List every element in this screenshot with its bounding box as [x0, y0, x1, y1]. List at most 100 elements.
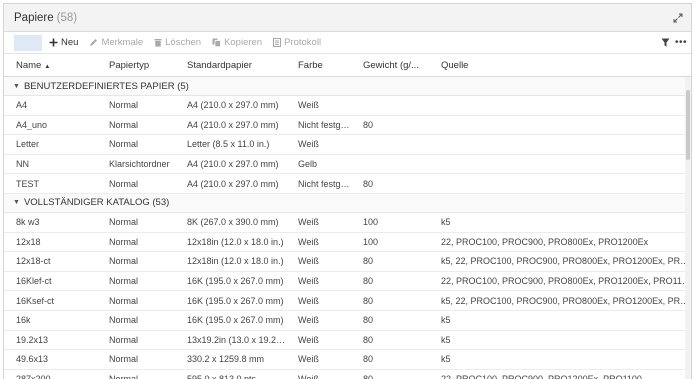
cell-standard-paper: 12x18in (12.0 x 18.0 in.): [187, 236, 284, 247]
cell-standard-paper: 12x18in (12.0 x 18.0 in.): [187, 256, 284, 267]
collapse-caret-icon[interactable]: ▼: [13, 83, 20, 90]
column-header-source[interactable]: Quelle: [429, 60, 691, 71]
cell-weight: 80: [363, 315, 374, 326]
cell-name: A4: [16, 100, 28, 111]
table-row[interactable]: NN Klarsichtordner A4 (210.0 x 297.0 mm) Ge…: [4, 155, 691, 175]
cell-color: Weiß: [298, 236, 319, 247]
log-button[interactable]: Protokoll: [273, 37, 321, 48]
table-row[interactable]: A4 Normal A4 (210.0 x 297.0 mm) Weiß: [4, 96, 691, 116]
cell-name: 12x18-ct: [16, 256, 51, 267]
copy-icon: [212, 38, 221, 47]
more-options-icon[interactable]: •••: [675, 37, 687, 48]
cell-color: Weiß: [286, 374, 351, 379]
new-button-label: Neu: [61, 37, 79, 48]
group-label: BENUTZERDEFINIERTES PAPIER (5): [23, 80, 189, 92]
table-row[interactable]: 287x200Normal595.0 x 813.0 ptsWeiß8022, …: [4, 370, 691, 379]
cell-source: k5: [441, 315, 451, 326]
cell-standard-paper: 16K (195.0 x 267.0 mm): [187, 315, 284, 326]
column-header-name[interactable]: Name ▲: [4, 60, 97, 71]
table-header: Name ▲ Papiertyp Standardpapier Farbe Gew…: [4, 54, 691, 77]
properties-button[interactable]: Merkmale: [89, 37, 143, 48]
sort-ascending-icon: ▲: [44, 63, 51, 70]
copy-button[interactable]: Kopieren: [212, 37, 262, 48]
cell-paper-type: Normal: [109, 139, 139, 150]
cell-name: 19.2x13: [16, 334, 49, 345]
cell-weight: 80: [363, 178, 374, 189]
cell-weight: 100: [363, 236, 379, 247]
cell-paper-type: Normal: [109, 315, 139, 326]
cell-source: k5: [441, 217, 451, 228]
new-button[interactable]: Neu: [49, 37, 78, 48]
table-row[interactable]: TEST Normal A4 (210.0 x 297.0 mm) Nicht fes…: [4, 174, 691, 194]
cell-weight: 80: [363, 256, 374, 267]
expand-icon[interactable]: [673, 13, 683, 23]
table-row[interactable]: 16Ksef-ct Normal 16K (195.0 x 267.0 mm) Wei…: [4, 291, 691, 311]
cell-paper-type: Normal: [109, 217, 139, 228]
cell-weight: 80: [363, 334, 374, 345]
collapse-caret-icon[interactable]: ▼: [13, 199, 20, 206]
delete-button[interactable]: Löschen: [154, 37, 201, 48]
scrollbar-thumb[interactable]: [686, 90, 690, 160]
cell-weight: 80: [363, 119, 374, 130]
column-header-standard-paper[interactable]: Standardpapier: [175, 60, 286, 71]
cell-source: 22, PROC100, PROC900, PRO800Ex, PRO1200E…: [441, 236, 649, 247]
cell-name: 12x18: [16, 236, 41, 247]
cell-weight: 100: [363, 217, 379, 228]
column-header-color[interactable]: Farbe: [286, 60, 351, 71]
cell-standard-paper: A4 (210.0 x 297.0 mm): [187, 119, 279, 130]
cell-paper-type: Normal: [109, 354, 139, 365]
cell-source: k5: [441, 334, 451, 345]
cell-source: 22, PROC100, PROC900, PRO800Ex, PRO1200E…: [441, 276, 691, 287]
cell-name: Letter: [16, 139, 40, 150]
cell-standard-paper: A4 (210.0 x 297.0 mm): [187, 100, 279, 111]
cell-paper-type: Normal: [109, 256, 139, 267]
panel-title: Papiere: [14, 11, 54, 24]
table-row[interactable]: 12x18 Normal 12x18in (12.0 x 18.0 in.) Weiß…: [4, 233, 691, 253]
table-row[interactable]: 16Klef-ct Normal 16K (195.0 x 267.0 mm) Wei…: [4, 272, 691, 292]
table-row[interactable]: Letter Normal Letter (8.5 x 11.0 in.) Weiß: [4, 135, 691, 155]
cell-standard-paper: A4 (210.0 x 297.0 mm): [187, 159, 279, 170]
cell-standard-paper: 13x19.2in (13.0 x 19.2 in.): [187, 334, 286, 345]
group-header[interactable]: ▼ VOLLSTÄNDIGER KATALOG (53): [4, 193, 691, 213]
cell-paper-type: Normal: [109, 100, 139, 111]
trash-icon: [154, 39, 162, 47]
group-header[interactable]: ▼ BENUTZERDEFINIERTES PAPIER (5): [4, 77, 691, 96]
filter-icon[interactable]: [661, 38, 670, 47]
group-label: VOLLSTÄNDIGER KATALOG (53): [23, 197, 170, 209]
table-row[interactable]: A4_uno Normal A4 (210.0 x 297.0 mm) Nicht f…: [4, 116, 691, 136]
papers-panel: Papiere (58) Neu Merkmale Löschen Kopier…: [3, 3, 692, 379]
table-row[interactable]: 12x18-ct Normal 12x18in (12.0 x 18.0 in.) W…: [4, 252, 691, 272]
cell-color: Weiß: [298, 139, 319, 150]
panel-titlebar: Papiere (58): [4, 4, 691, 32]
cell-color: Weiß: [298, 217, 319, 228]
cell-color: Gelb: [298, 159, 318, 170]
cell-paper-type: Normal: [109, 119, 139, 130]
cell-weight: 80: [363, 276, 374, 287]
cell-name: 16Klef-ct: [16, 276, 52, 287]
cell-color: Weiß: [298, 100, 319, 111]
cell-paper-type: Normal: [109, 178, 139, 189]
cell-standard-paper: 16K (195.0 x 267.0 mm): [187, 295, 284, 306]
cell-source: 22, PROC100, PROC900, PRO1200Ex, PRO1100: [429, 374, 691, 379]
copy-button-label: Kopieren: [224, 37, 263, 48]
quick-search-box[interactable]: [14, 34, 42, 51]
cell-color: Nicht festgel...: [298, 119, 351, 130]
table-row[interactable]: 49.6x13 Normal 330.2 x 1259.8 mm Weiß 80 k5: [4, 350, 691, 370]
cell-paper-type: Klarsichtordner: [109, 159, 170, 170]
cell-source: k5: [441, 354, 451, 365]
column-header-weight[interactable]: Gewicht (g/...: [351, 60, 429, 71]
cell-paper-type: Normal: [109, 236, 139, 247]
table-row[interactable]: 16k Normal 16K (195.0 x 267.0 mm) Weiß 80 k5: [4, 311, 691, 331]
cell-weight: 80: [351, 374, 429, 379]
table-row[interactable]: 8k w3 Normal 8K (267.0 x 390.0 mm) Weiß 100 k…: [4, 213, 691, 233]
log-button-label: Protokoll: [284, 37, 322, 48]
panel-count: (58): [56, 11, 78, 24]
cell-color: Weiß: [298, 256, 319, 267]
cell-name: 287x200: [4, 374, 97, 379]
table-body: ▼ BENUTZERDEFINIERTES PAPIER (5) A4 Normal A…: [4, 77, 691, 379]
column-header-paper-type[interactable]: Papiertyp: [97, 60, 175, 71]
cell-name: A4_uno: [16, 119, 48, 130]
cell-name: 8k w3: [16, 217, 40, 228]
cell-name: 16Ksef-ct: [16, 295, 55, 306]
table-row[interactable]: 19.2x13 Normal 13x19.2in (13.0 x 19.2 in.)…: [4, 331, 691, 351]
